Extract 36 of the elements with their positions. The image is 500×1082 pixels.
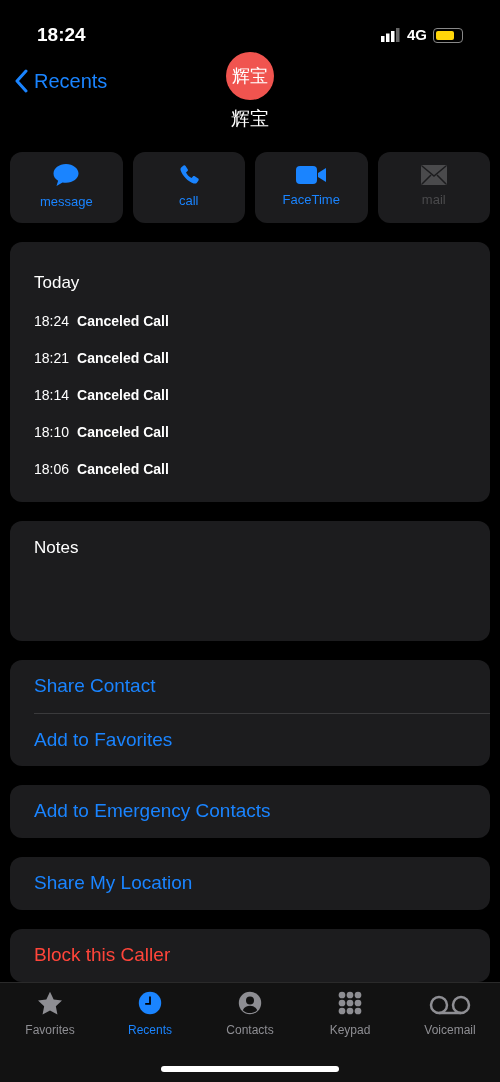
signal-icon: [381, 28, 401, 43]
tab[interactable]: Keypad: [300, 991, 400, 1039]
action-button[interactable]: call: [132, 151, 245, 223]
option-row[interactable]: Share My Location: [34, 857, 490, 910]
tab[interactable]: Favorites: [0, 991, 100, 1039]
chevron-left-icon: [14, 69, 28, 94]
envelope-icon: [419, 164, 448, 187]
battery-icon: [433, 27, 463, 43]
option-row[interactable]: Block this Caller: [34, 929, 490, 982]
option-row[interactable]: Add to Favorites: [34, 713, 490, 766]
call-status: Canceled Call: [77, 386, 169, 405]
call-status: Canceled Call: [77, 349, 169, 368]
option-row[interactable]: Add to Emergency Contacts: [34, 785, 490, 838]
back-button[interactable]: Recents: [14, 66, 108, 97]
option-row[interactable]: Share Contact: [34, 660, 490, 713]
network-label: 4G: [407, 24, 427, 45]
notes-field[interactable]: Notes: [10, 521, 490, 641]
call-time: 18:21: [34, 349, 70, 368]
contact-name: 辉宝: [231, 107, 269, 132]
voicemail-icon: [429, 995, 471, 1015]
tab[interactable]: Recents: [100, 991, 200, 1039]
call-time: 18:14: [34, 386, 70, 405]
status-time: 18:24: [37, 22, 86, 47]
call-time: 18:24: [34, 312, 70, 331]
action-button[interactable]: FaceTime: [255, 151, 368, 223]
tab[interactable]: Contacts: [200, 991, 300, 1039]
history-heading: Today: [34, 271, 81, 294]
call-status: Canceled Call: [77, 460, 169, 479]
avatar: 辉宝: [226, 52, 274, 101]
video-camera-icon: [295, 164, 328, 187]
call-status: Canceled Call: [77, 423, 169, 442]
call-time: 18:06: [34, 460, 70, 479]
tab[interactable]: Voicemail: [400, 991, 500, 1039]
call-time: 18:10: [34, 423, 70, 442]
action-button[interactable]: message: [10, 151, 123, 223]
call-status: Canceled Call: [77, 312, 169, 331]
